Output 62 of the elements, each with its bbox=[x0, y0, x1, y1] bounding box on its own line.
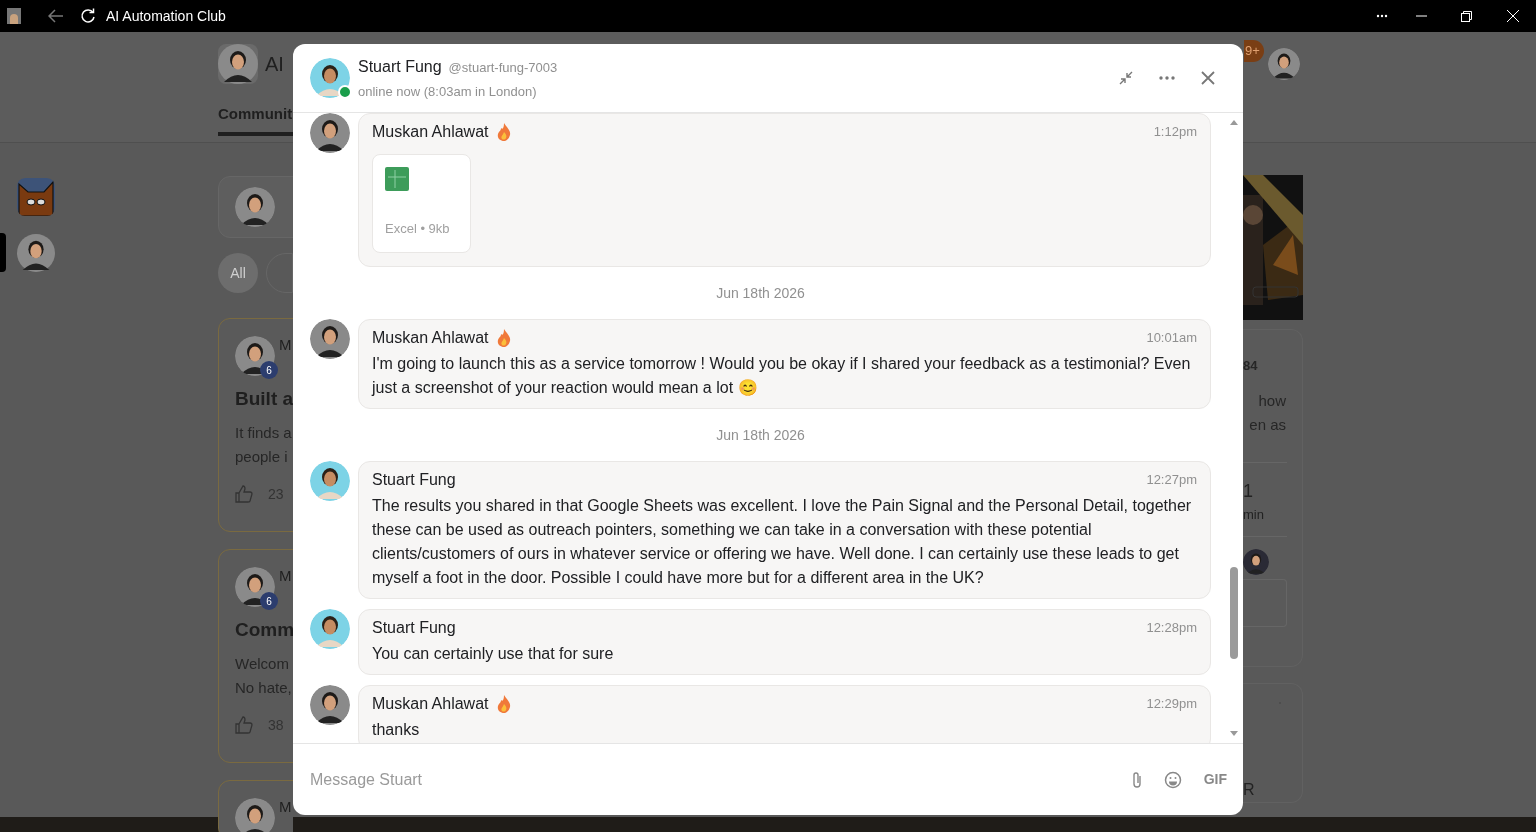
composer-card[interactable] bbox=[218, 176, 293, 238]
window-title: AI Automation Club bbox=[106, 6, 226, 26]
level-badge: 6 bbox=[260, 361, 278, 379]
back-icon[interactable] bbox=[48, 9, 64, 23]
message-text: I'm going to launch this as a service tomorrow ! Would you be okay if I shared your feedback as a testimonial? Even just a screenshot of your reaction would mean a lot 😊 bbox=[372, 354, 1192, 398]
scroll-down-icon[interactable] bbox=[1230, 731, 1238, 736]
like-icon[interactable] bbox=[235, 716, 253, 734]
post-title: Built a bbox=[235, 387, 293, 411]
contact-avatar bbox=[310, 58, 350, 98]
sender-avatar bbox=[310, 685, 350, 725]
sender-name[interactable]: Muskan Ahlawat bbox=[372, 326, 489, 350]
message-text: thanks bbox=[372, 720, 421, 740]
author-name: M bbox=[279, 336, 292, 354]
sender-avatar bbox=[310, 319, 350, 359]
community-logo bbox=[218, 44, 258, 84]
post-title: Comm bbox=[235, 618, 293, 642]
message-time: 1:12pm bbox=[1153, 123, 1197, 142]
scrollbar-thumb[interactable] bbox=[1230, 567, 1238, 659]
author-avatar bbox=[235, 798, 275, 832]
author-name: M bbox=[279, 798, 292, 816]
user-avatar bbox=[1267, 48, 1300, 80]
notification-badge[interactable]: 9+ bbox=[1244, 40, 1264, 62]
message-input[interactable]: Message Stuart bbox=[310, 767, 1132, 792]
emoji-icon[interactable] bbox=[1163, 770, 1182, 789]
message-time: 12:28pm bbox=[1146, 619, 1197, 638]
date-divider: Jun 18th 2026 bbox=[716, 425, 805, 445]
community-avatar bbox=[17, 234, 55, 272]
sender-avatar bbox=[310, 609, 350, 649]
stat-label: min bbox=[1243, 505, 1265, 524]
refresh-icon[interactable] bbox=[80, 8, 96, 24]
like-icon[interactable] bbox=[235, 485, 253, 503]
community-name: AI bbox=[265, 52, 284, 77]
sender-avatar bbox=[310, 113, 350, 153]
paperclip-icon[interactable] bbox=[1131, 770, 1142, 789]
gif-button[interactable]: GIF bbox=[1203, 769, 1227, 790]
member-avatar bbox=[1243, 549, 1269, 575]
sender-name[interactable]: Stuart Fung bbox=[372, 616, 456, 640]
cat-icon[interactable] bbox=[17, 178, 55, 216]
message-text: The results you shared in that Google Sheets was excellent. I love the Pain Signal and the Personal Detail, together these can be used as outreach pointers, something we can take in a conversation with these potential clients/customers of ours in whatever service or offering we have. Well done. I can certainly use these leads to get myself a foot in the door. Possible I could have more but for a different area in the UK? bbox=[372, 496, 1193, 588]
level-badge: 6 bbox=[260, 592, 278, 610]
contact-status: online now (8:03am in London) bbox=[358, 82, 538, 101]
message-text: You can certainly use that for sure bbox=[372, 644, 615, 664]
collapse-icon[interactable] bbox=[1119, 71, 1133, 85]
scroll-up-icon[interactable] bbox=[1230, 120, 1238, 125]
message-time: 12:29pm bbox=[1146, 695, 1197, 714]
sender-avatar bbox=[310, 461, 350, 501]
restore-icon[interactable] bbox=[1461, 10, 1472, 22]
more-icon[interactable] bbox=[1376, 14, 1388, 18]
contact-handle: @stuart-fung-7003 bbox=[448, 58, 558, 77]
user-avatar bbox=[235, 187, 275, 227]
sender-name[interactable]: Stuart Fung bbox=[372, 468, 456, 492]
app-icon bbox=[7, 8, 21, 24]
sender-name[interactable]: Muskan Ahlawat bbox=[372, 120, 489, 144]
author-name: M bbox=[279, 567, 292, 585]
contact-name[interactable]: Stuart Fung bbox=[358, 54, 442, 79]
message-time: 12:27pm bbox=[1146, 471, 1197, 490]
stat-value: 1 bbox=[1243, 479, 1254, 503]
sender-name[interactable]: Muskan Ahlawat bbox=[372, 692, 489, 716]
spreadsheet-icon bbox=[385, 167, 409, 191]
file-meta: Excel • 9kb bbox=[385, 219, 451, 238]
date-divider: Jun 18th 2026 bbox=[716, 283, 805, 303]
message-time: 10:01am bbox=[1146, 329, 1197, 348]
